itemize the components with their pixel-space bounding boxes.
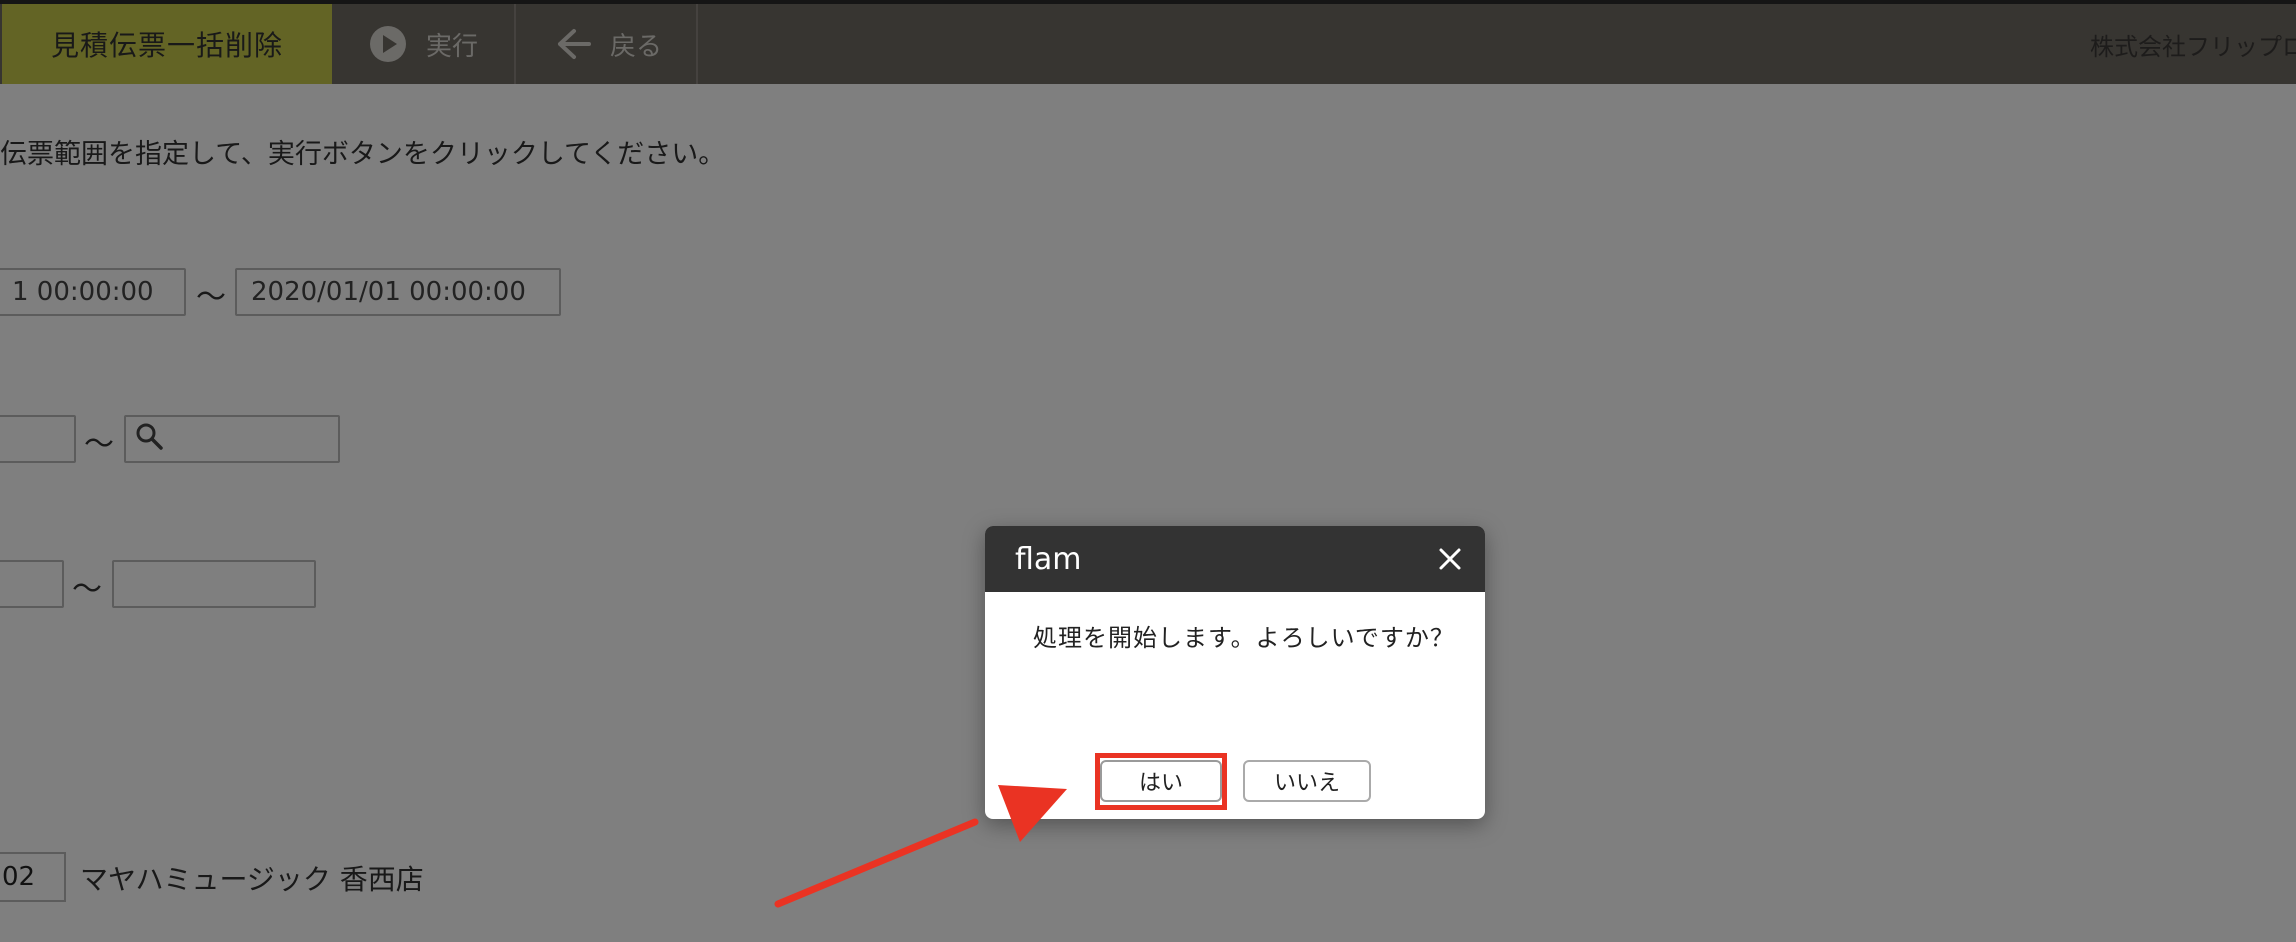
annotation-arrow: [774, 785, 1067, 908]
